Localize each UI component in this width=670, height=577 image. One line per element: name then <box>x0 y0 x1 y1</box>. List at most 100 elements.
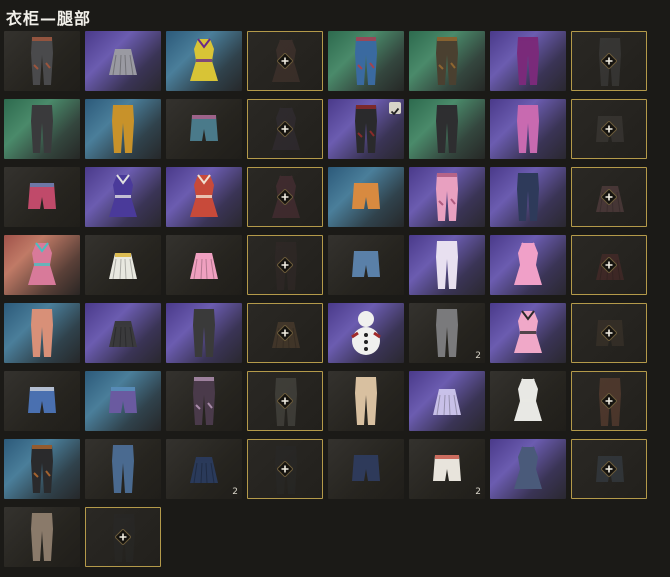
shorts-item-icon <box>28 183 56 209</box>
locked-wardrobe-slot[interactable] <box>571 167 647 227</box>
locked-wardrobe-slot[interactable] <box>571 371 647 431</box>
wardrobe-slot[interactable] <box>409 167 485 227</box>
locked-plus-icon <box>601 393 617 409</box>
pants-item-icon <box>517 105 539 153</box>
locked-wardrobe-slot[interactable] <box>85 507 161 567</box>
shorts-item-icon <box>109 387 137 413</box>
pants-item-icon <box>112 105 134 153</box>
locked-plus-icon <box>601 461 617 477</box>
pants-item-icon <box>31 309 53 357</box>
outfit-item-icon <box>109 174 137 217</box>
pants-item-icon <box>193 377 215 425</box>
wardrobe-slot[interactable] <box>328 439 404 499</box>
locked-wardrobe-slot[interactable] <box>247 99 323 159</box>
wardrobe-slot[interactable] <box>4 99 80 159</box>
item-count: 2 <box>475 351 481 361</box>
pants-item-icon <box>436 309 458 357</box>
wardrobe-slot[interactable] <box>328 167 404 227</box>
locked-wardrobe-slot[interactable] <box>247 235 323 295</box>
pants-item-icon <box>31 105 53 153</box>
wardrobe-slot[interactable] <box>85 439 161 499</box>
wardrobe-slot[interactable] <box>409 235 485 295</box>
pants-item-icon <box>31 513 53 561</box>
wardrobe-slot[interactable] <box>85 31 161 91</box>
wardrobe-slot[interactable] <box>166 167 242 227</box>
locked-wardrobe-slot[interactable] <box>571 439 647 499</box>
locked-wardrobe-slot[interactable] <box>247 167 323 227</box>
wardrobe-slot[interactable] <box>490 303 566 363</box>
locked-plus-icon <box>277 393 293 409</box>
wardrobe-slot[interactable] <box>4 371 80 431</box>
wardrobe-slot[interactable] <box>490 371 566 431</box>
wardrobe-slot[interactable] <box>490 235 566 295</box>
wardrobe-slot[interactable] <box>4 439 80 499</box>
locked-plus-icon <box>601 325 617 341</box>
wardrobe-slot[interactable] <box>85 303 161 363</box>
wardrobe-slot[interactable] <box>328 31 404 91</box>
locked-plus-icon <box>601 121 617 137</box>
locked-wardrobe-slot[interactable] <box>247 31 323 91</box>
wardrobe-slot[interactable] <box>328 371 404 431</box>
locked-wardrobe-slot[interactable] <box>247 439 323 499</box>
pants-item-icon <box>355 377 377 425</box>
locked-wardrobe-slot[interactable] <box>247 303 323 363</box>
wardrobe-slot[interactable] <box>409 31 485 91</box>
wardrobe-slot[interactable] <box>85 99 161 159</box>
pants-item-icon <box>436 241 458 289</box>
skirt-item-icon <box>109 253 137 280</box>
outfit-item-icon <box>190 38 218 81</box>
wardrobe-slot[interactable] <box>166 99 242 159</box>
wardrobe-slot[interactable] <box>409 99 485 159</box>
pants-item-icon <box>355 105 377 153</box>
shorts-item-icon <box>352 455 380 481</box>
outfit-item-icon <box>514 310 542 353</box>
wardrobe-slot[interactable] <box>4 31 80 91</box>
skirt-item-icon <box>109 49 137 76</box>
wardrobe-slot[interactable]: 2 <box>409 303 485 363</box>
item-count: 2 <box>475 487 481 497</box>
pants-item-icon <box>517 37 539 85</box>
locked-wardrobe-slot[interactable] <box>247 371 323 431</box>
wardrobe-slot[interactable]: 2 <box>166 439 242 499</box>
locked-plus-icon <box>277 189 293 205</box>
wardrobe-slot[interactable] <box>490 99 566 159</box>
pants-item-icon <box>436 173 458 221</box>
locked-wardrobe-slot[interactable] <box>571 99 647 159</box>
wardrobe-slot[interactable] <box>4 235 80 295</box>
outfit-item-icon <box>28 242 56 285</box>
wardrobe-slot[interactable] <box>328 235 404 295</box>
shorts-item-icon <box>190 115 218 141</box>
wardrobe-slot[interactable] <box>4 303 80 363</box>
snowman-item-icon <box>351 311 381 355</box>
wardrobe-slot[interactable] <box>490 167 566 227</box>
wardrobe-slot[interactable] <box>85 167 161 227</box>
wardrobe-slot[interactable] <box>4 167 80 227</box>
wardrobe-slot[interactable] <box>166 371 242 431</box>
wardrobe-slot[interactable] <box>85 371 161 431</box>
wardrobe-slot[interactable] <box>328 303 404 363</box>
locked-plus-icon <box>277 121 293 137</box>
pants-item-icon <box>355 37 377 85</box>
locked-plus-icon <box>601 189 617 205</box>
wardrobe-slot[interactable] <box>328 99 404 159</box>
skirt-item-icon <box>190 253 218 280</box>
equipped-check-icon <box>389 102 401 116</box>
locked-wardrobe-slot[interactable] <box>571 235 647 295</box>
wardrobe-slot[interactable] <box>166 303 242 363</box>
pants-item-icon <box>436 105 458 153</box>
wardrobe-slot[interactable]: 2 <box>409 439 485 499</box>
wardrobe-slot[interactable] <box>409 371 485 431</box>
wardrobe-slot[interactable] <box>166 31 242 91</box>
wardrobe-slot[interactable] <box>490 439 566 499</box>
pants-item-icon <box>112 445 134 493</box>
shorts-item-icon <box>433 455 461 481</box>
wardrobe-slot[interactable] <box>490 31 566 91</box>
locked-wardrobe-slot[interactable] <box>571 303 647 363</box>
wardrobe-slot[interactable] <box>85 235 161 295</box>
wardrobe-slot[interactable] <box>4 507 80 567</box>
shorts-item-icon <box>352 251 380 277</box>
wardrobe-slot[interactable] <box>166 235 242 295</box>
locked-wardrobe-slot[interactable] <box>571 31 647 91</box>
locked-plus-icon <box>601 257 617 273</box>
pants-item-icon <box>436 37 458 85</box>
